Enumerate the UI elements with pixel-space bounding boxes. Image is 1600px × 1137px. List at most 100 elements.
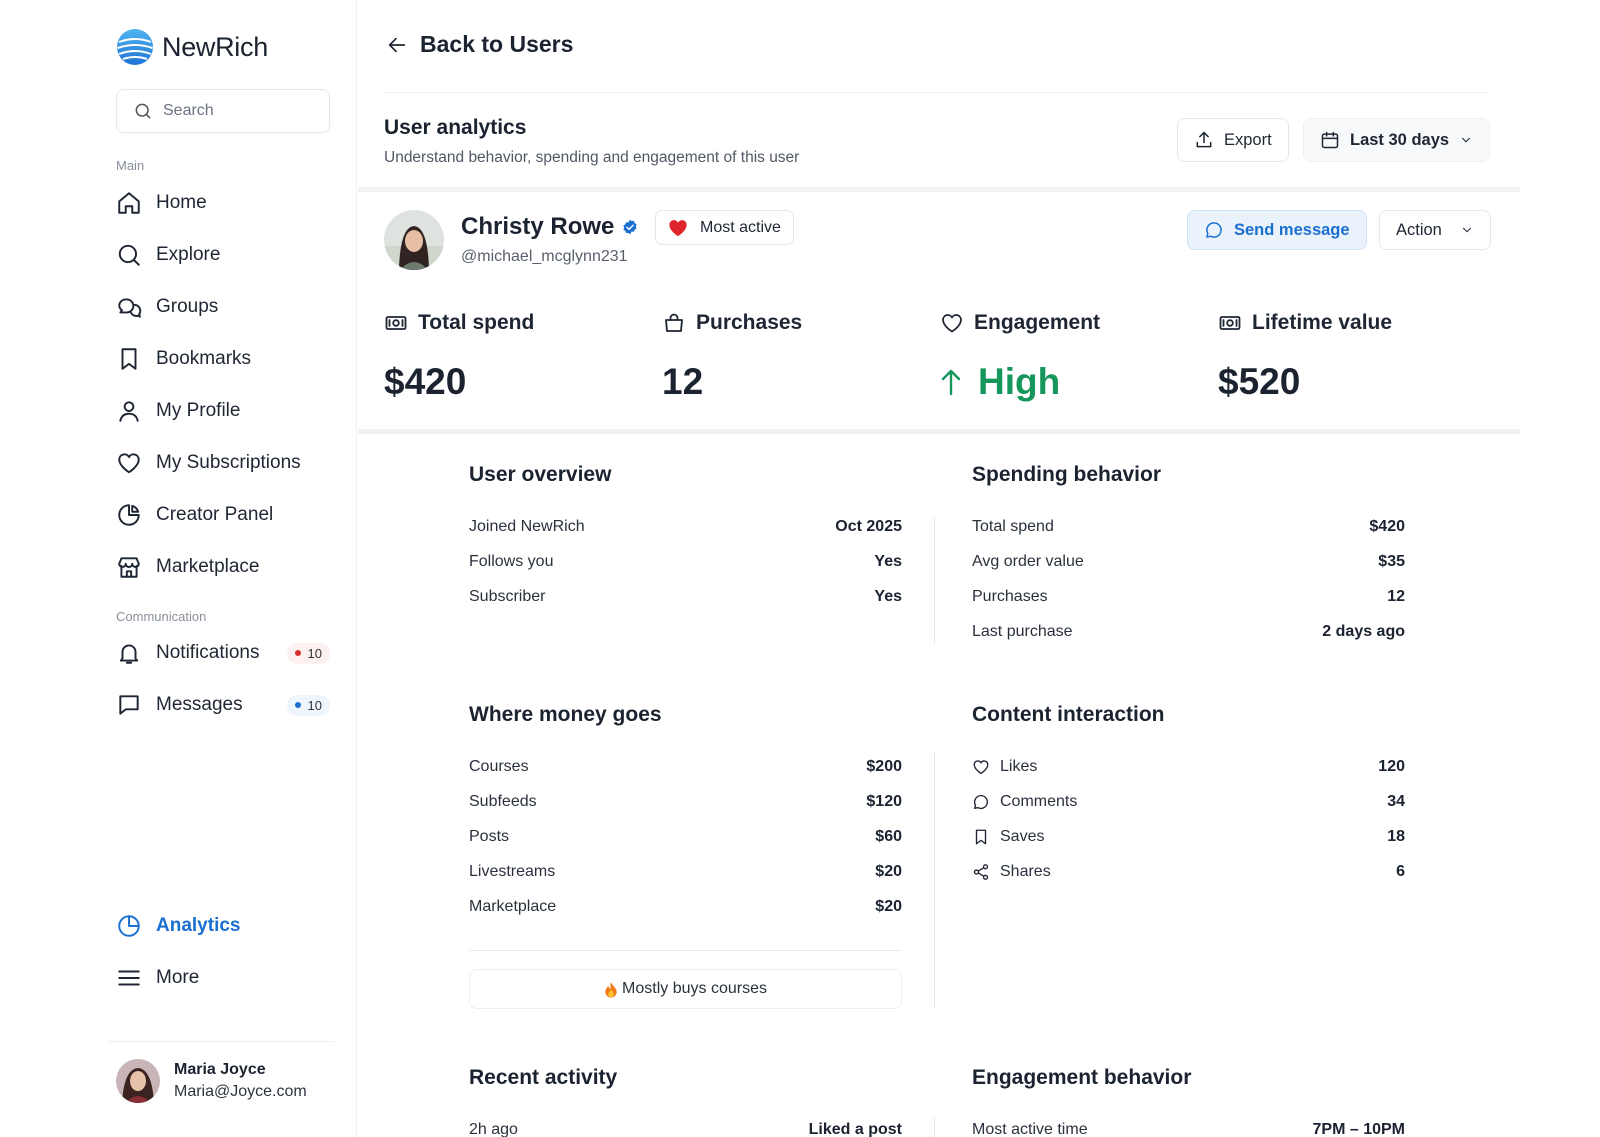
row-value: 7PM – 10PM [1312, 1121, 1405, 1137]
content-row: Shares 6 [972, 861, 1405, 883]
metric-value: $520 [1218, 361, 1301, 402]
brand-name: NewRich [162, 31, 268, 62]
account-profile[interactable]: Maria Joyce Maria@Joyce.com [116, 1059, 307, 1103]
cash-icon [1219, 316, 1241, 330]
sidebar-item-marketplace[interactable]: Marketplace [116, 550, 336, 584]
row-value: $20 [875, 863, 902, 880]
account-email: Maria@Joyce.com [174, 1083, 307, 1100]
date-range-dropdown[interactable]: Last 30 days [1303, 118, 1491, 162]
sidebar-item-groups[interactable]: Groups [116, 290, 336, 324]
money-row: Posts $60 [469, 826, 902, 848]
row-key: Marketplace [469, 898, 557, 915]
row-value: Oct 2025 [835, 518, 902, 535]
engagement-row: Most active time 7PM – 10PM [972, 1119, 1405, 1137]
spending-row: Total spend $420 [972, 516, 1405, 538]
sidebar-item-notifications[interactable]: Notifications 10 [116, 636, 336, 670]
row-value: $60 [875, 828, 902, 845]
metric-value: High [978, 361, 1061, 402]
sidebar-item-my-profile[interactable]: My Profile [116, 394, 336, 428]
search-box[interactable] [116, 89, 330, 133]
sidebar-item-label: Messages [156, 694, 243, 715]
notifications-badge: 10 [286, 642, 330, 664]
back-to-users-link[interactable]: Back to Users [386, 31, 573, 58]
sidebar-item-label: Marketplace [156, 556, 260, 577]
row-key: Follows you [469, 553, 554, 570]
row-key: Courses [469, 758, 529, 775]
content-interaction-title: Content interaction [972, 703, 1165, 726]
section-divider [358, 187, 1520, 192]
sidebar-item-home[interactable]: Home [116, 186, 336, 220]
chat-bubbles-icon [118, 298, 142, 318]
export-label: Export [1224, 130, 1272, 149]
row-value: $20 [875, 898, 902, 915]
shopping-bag-icon [665, 313, 683, 332]
content-row: Saves 18 [972, 826, 1405, 848]
home-icon [118, 192, 140, 214]
sidebar-item-label: Bookmarks [156, 348, 252, 369]
row-value: $35 [1378, 553, 1405, 570]
sidebar-item-more[interactable]: More [116, 961, 336, 995]
chevron-down-icon [1462, 137, 1471, 143]
heart-icon [118, 453, 140, 474]
metric-purchases: Purchases 12 [662, 311, 922, 403]
share-icon [973, 864, 989, 880]
messages-count: 10 [307, 697, 322, 713]
row-value: $120 [866, 793, 902, 810]
action-dropdown[interactable]: Action [1379, 210, 1491, 250]
metric-value: 12 [662, 361, 704, 402]
verified-icon [623, 219, 637, 235]
sidebar-item-explore[interactable]: Explore [116, 238, 336, 272]
row-value: 2 days ago [1322, 623, 1405, 640]
sidebar-item-label: More [156, 967, 200, 988]
chat-bubble-icon [1206, 222, 1222, 238]
insight-text: Mostly buys courses [622, 980, 767, 997]
metric-engagement: Engagement High [940, 311, 1200, 403]
row-key: Posts [469, 828, 510, 845]
row-key: Subfeeds [469, 793, 537, 810]
row-value: 34 [1387, 793, 1405, 810]
row-key: Comments [1000, 793, 1078, 810]
sidebar-item-label: Explore [156, 244, 221, 265]
header-divider [384, 92, 1487, 93]
row-key: Most active time [972, 1121, 1088, 1137]
content-row: Likes 120 [972, 756, 1405, 778]
metric-label: Engagement [974, 311, 1101, 334]
sidebar-item-bookmarks[interactable]: Bookmarks [116, 342, 336, 376]
search-input[interactable] [163, 102, 313, 120]
sidebar-item-messages[interactable]: Messages 10 [116, 688, 336, 722]
action-label: Action [1396, 220, 1442, 239]
back-label: Back to Users [420, 31, 574, 57]
send-message-button[interactable]: Send message [1187, 210, 1367, 250]
row-value: 6 [1396, 863, 1405, 880]
export-button[interactable]: Export [1177, 118, 1289, 162]
metric-label: Purchases [696, 311, 803, 334]
row-key: Avg order value [972, 553, 1084, 570]
where-money-goes-title: Where money goes [469, 703, 662, 726]
column-divider [934, 752, 935, 1008]
search-icon [135, 103, 151, 119]
search-icon [118, 244, 140, 266]
upload-icon [1196, 131, 1212, 148]
sidebar-item-label: My Subscriptions [156, 452, 301, 473]
section-label-main: Main [116, 158, 145, 173]
row-key: Likes [1000, 758, 1038, 775]
account-name: Maria Joyce [174, 1061, 266, 1078]
bookmark-icon [121, 348, 137, 370]
logo[interactable]: NewRich [116, 28, 268, 66]
main-content: Back to Users User analytics Understand … [358, 0, 1520, 1137]
pie-chart-icon [118, 504, 140, 526]
spending-row: Purchases 12 [972, 586, 1405, 608]
user-avatar [384, 210, 444, 270]
user-icon [119, 401, 139, 422]
row-value: Yes [874, 553, 902, 570]
column-divider [934, 517, 935, 645]
engagement-behavior-title: Engagement behavior [972, 1066, 1192, 1089]
money-row: Courses $200 [469, 756, 902, 778]
chevron-down-icon [1462, 227, 1471, 233]
sidebar-item-creator-panel[interactable]: Creator Panel [116, 498, 336, 532]
sidebar-item-analytics[interactable]: Analytics [116, 909, 336, 943]
sidebar-item-my-subscriptions[interactable]: My Subscriptions [116, 446, 336, 480]
arrow-up-icon [941, 369, 961, 396]
sidebar-divider [108, 1041, 334, 1042]
spending-row: Avg order value $35 [972, 551, 1405, 573]
